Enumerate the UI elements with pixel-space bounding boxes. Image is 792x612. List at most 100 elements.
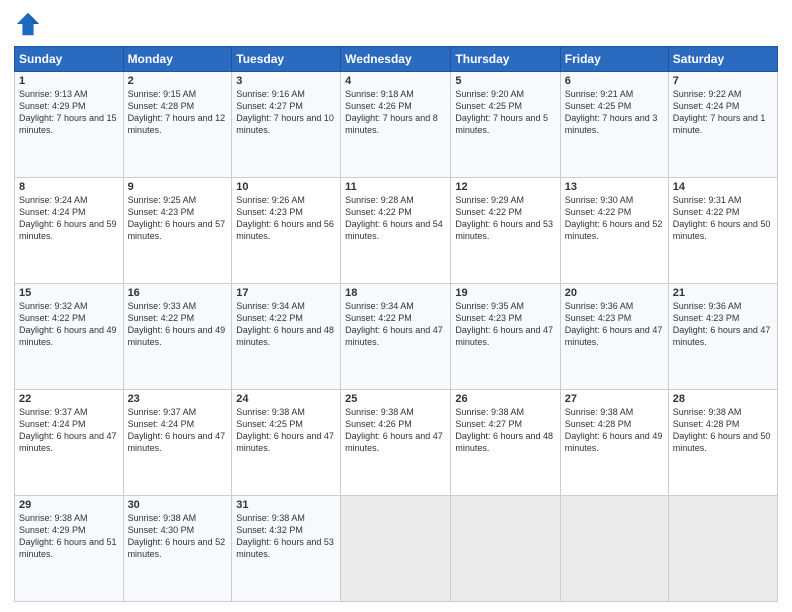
day-info: Sunrise: 9:33 AMSunset: 4:22 PMDaylight:…	[128, 301, 226, 347]
day-number: 6	[565, 75, 664, 87]
calendar-cell: 28 Sunrise: 9:38 AMSunset: 4:28 PMDayligh…	[668, 390, 777, 496]
calendar-cell: 12 Sunrise: 9:29 AMSunset: 4:22 PMDayligh…	[451, 178, 560, 284]
calendar-cell	[341, 496, 451, 602]
calendar-cell	[668, 496, 777, 602]
calendar-cell: 22 Sunrise: 9:37 AMSunset: 4:24 PMDayligh…	[15, 390, 124, 496]
day-info: Sunrise: 9:38 AMSunset: 4:32 PMDaylight:…	[236, 513, 334, 559]
day-info: Sunrise: 9:38 AMSunset: 4:29 PMDaylight:…	[19, 513, 117, 559]
day-info: Sunrise: 9:38 AMSunset: 4:28 PMDaylight:…	[673, 407, 771, 453]
calendar-cell: 8Sunrise: 9:24 AMSunset: 4:24 PMDaylight…	[15, 178, 124, 284]
calendar-cell: 19Sunrise: 9:35 AMSunset: 4:23 PMDayligh…	[451, 284, 560, 390]
day-info: Sunrise: 9:29 AMSunset: 4:22 PMDaylight:…	[455, 195, 553, 241]
calendar-cell: 4 Sunrise: 9:18 AMSunset: 4:26 PMDaylight…	[341, 72, 451, 178]
day-info: Sunrise: 9:20 AMSunset: 4:25 PMDaylight:…	[455, 89, 548, 135]
header	[14, 10, 778, 38]
day-number: 3	[236, 75, 336, 87]
day-info: Sunrise: 9:32 AMSunset: 4:22 PMDaylight:…	[19, 301, 117, 347]
day-info: Sunrise: 9:38 AMSunset: 4:25 PMDaylight:…	[236, 407, 334, 453]
calendar-cell: 6 Sunrise: 9:21 AMSunset: 4:25 PMDaylight…	[560, 72, 668, 178]
weekday-header-friday: Friday	[560, 47, 668, 72]
calendar-cell: 10Sunrise: 9:26 AMSunset: 4:23 PMDayligh…	[232, 178, 341, 284]
day-info: Sunrise: 9:22 AMSunset: 4:24 PMDaylight:…	[673, 89, 766, 135]
day-number: 25	[345, 393, 446, 405]
day-number: 27	[565, 393, 664, 405]
calendar-cell: 30Sunrise: 9:38 AMSunset: 4:30 PMDayligh…	[123, 496, 232, 602]
day-number: 24	[236, 393, 336, 405]
day-number: 21	[673, 287, 773, 299]
day-number: 4	[345, 75, 446, 87]
calendar-cell: 16Sunrise: 9:33 AMSunset: 4:22 PMDayligh…	[123, 284, 232, 390]
day-number: 15	[19, 287, 119, 299]
day-number: 13	[565, 181, 664, 193]
day-number: 23	[128, 393, 228, 405]
calendar-cell: 7 Sunrise: 9:22 AMSunset: 4:24 PMDaylight…	[668, 72, 777, 178]
day-number: 12	[455, 181, 555, 193]
weekday-header-sunday: Sunday	[15, 47, 124, 72]
calendar-cell	[560, 496, 668, 602]
calendar-cell: 18Sunrise: 9:34 AMSunset: 4:22 PMDayligh…	[341, 284, 451, 390]
day-number: 31	[236, 499, 336, 511]
weekday-header-row: SundayMondayTuesdayWednesdayThursdayFrid…	[15, 47, 778, 72]
day-info: Sunrise: 9:34 AMSunset: 4:22 PMDaylight:…	[236, 301, 334, 347]
day-number: 8	[19, 181, 119, 193]
calendar-cell: 1 Sunrise: 9:13 AMSunset: 4:29 PMDaylight…	[15, 72, 124, 178]
day-info: Sunrise: 9:31 AMSunset: 4:22 PMDaylight:…	[673, 195, 771, 241]
weekday-header-tuesday: Tuesday	[232, 47, 341, 72]
day-number: 28	[673, 393, 773, 405]
day-info: Sunrise: 9:34 AMSunset: 4:22 PMDaylight:…	[345, 301, 443, 347]
weekday-header-monday: Monday	[123, 47, 232, 72]
day-info: Sunrise: 9:36 AMSunset: 4:23 PMDaylight:…	[565, 301, 663, 347]
calendar-cell: 25 Sunrise: 9:38 AMSunset: 4:26 PMDayligh…	[341, 390, 451, 496]
day-info: Sunrise: 9:38 AMSunset: 4:28 PMDaylight:…	[565, 407, 663, 453]
day-number: 22	[19, 393, 119, 405]
day-number: 5	[455, 75, 555, 87]
day-number: 19	[455, 287, 555, 299]
day-info: Sunrise: 9:15 AMSunset: 4:28 PMDaylight:…	[128, 89, 226, 135]
calendar-header: SundayMondayTuesdayWednesdayThursdayFrid…	[15, 47, 778, 72]
calendar-body: 1 Sunrise: 9:13 AMSunset: 4:29 PMDaylight…	[15, 72, 778, 602]
day-info: Sunrise: 9:25 AMSunset: 4:23 PMDaylight:…	[128, 195, 226, 241]
calendar-week-2: 8Sunrise: 9:24 AMSunset: 4:24 PMDaylight…	[15, 178, 778, 284]
day-info: Sunrise: 9:38 AMSunset: 4:26 PMDaylight:…	[345, 407, 443, 453]
day-number: 2	[128, 75, 228, 87]
calendar-cell: 24 Sunrise: 9:38 AMSunset: 4:25 PMDayligh…	[232, 390, 341, 496]
calendar-cell: 23Sunrise: 9:37 AMSunset: 4:24 PMDayligh…	[123, 390, 232, 496]
calendar-cell: 13 Sunrise: 9:30 AMSunset: 4:22 PMDayligh…	[560, 178, 668, 284]
calendar-cell: 5 Sunrise: 9:20 AMSunset: 4:25 PMDaylight…	[451, 72, 560, 178]
calendar-cell: 2 Sunrise: 9:15 AMSunset: 4:28 PMDaylight…	[123, 72, 232, 178]
calendar-cell: 20 Sunrise: 9:36 AMSunset: 4:23 PMDayligh…	[560, 284, 668, 390]
calendar-cell: 31 Sunrise: 9:38 AMSunset: 4:32 PMDayligh…	[232, 496, 341, 602]
day-info: Sunrise: 9:16 AMSunset: 4:27 PMDaylight:…	[236, 89, 334, 135]
weekday-header-thursday: Thursday	[451, 47, 560, 72]
day-number: 1	[19, 75, 119, 87]
day-info: Sunrise: 9:18 AMSunset: 4:26 PMDaylight:…	[345, 89, 438, 135]
page: SundayMondayTuesdayWednesdayThursdayFrid…	[0, 0, 792, 612]
day-number: 9	[128, 181, 228, 193]
logo-icon	[14, 10, 42, 38]
day-info: Sunrise: 9:36 AMSunset: 4:23 PMDaylight:…	[673, 301, 771, 347]
calendar-week-3: 15 Sunrise: 9:32 AMSunset: 4:22 PMDayligh…	[15, 284, 778, 390]
day-number: 26	[455, 393, 555, 405]
calendar-week-1: 1 Sunrise: 9:13 AMSunset: 4:29 PMDaylight…	[15, 72, 778, 178]
day-info: Sunrise: 9:26 AMSunset: 4:23 PMDaylight:…	[236, 195, 334, 241]
day-info: Sunrise: 9:28 AMSunset: 4:22 PMDaylight:…	[345, 195, 443, 241]
day-number: 14	[673, 181, 773, 193]
day-number: 7	[673, 75, 773, 87]
weekday-header-saturday: Saturday	[668, 47, 777, 72]
day-info: Sunrise: 9:30 AMSunset: 4:22 PMDaylight:…	[565, 195, 663, 241]
calendar-cell: 26 Sunrise: 9:38 AMSunset: 4:27 PMDayligh…	[451, 390, 560, 496]
calendar-cell: 29 Sunrise: 9:38 AMSunset: 4:29 PMDayligh…	[15, 496, 124, 602]
calendar-cell: 11Sunrise: 9:28 AMSunset: 4:22 PMDayligh…	[341, 178, 451, 284]
day-info: Sunrise: 9:37 AMSunset: 4:24 PMDaylight:…	[19, 407, 117, 453]
day-info: Sunrise: 9:13 AMSunset: 4:29 PMDaylight:…	[19, 89, 117, 135]
day-number: 20	[565, 287, 664, 299]
calendar-week-4: 22 Sunrise: 9:37 AMSunset: 4:24 PMDayligh…	[15, 390, 778, 496]
day-info: Sunrise: 9:21 AMSunset: 4:25 PMDaylight:…	[565, 89, 658, 135]
calendar-cell: 27 Sunrise: 9:38 AMSunset: 4:28 PMDayligh…	[560, 390, 668, 496]
day-number: 29	[19, 499, 119, 511]
calendar-cell: 21 Sunrise: 9:36 AMSunset: 4:23 PMDayligh…	[668, 284, 777, 390]
calendar-cell: 9 Sunrise: 9:25 AMSunset: 4:23 PMDaylight…	[123, 178, 232, 284]
day-info: Sunrise: 9:38 AMSunset: 4:27 PMDaylight:…	[455, 407, 553, 453]
calendar-cell: 14 Sunrise: 9:31 AMSunset: 4:22 PMDayligh…	[668, 178, 777, 284]
calendar-cell: 15 Sunrise: 9:32 AMSunset: 4:22 PMDayligh…	[15, 284, 124, 390]
